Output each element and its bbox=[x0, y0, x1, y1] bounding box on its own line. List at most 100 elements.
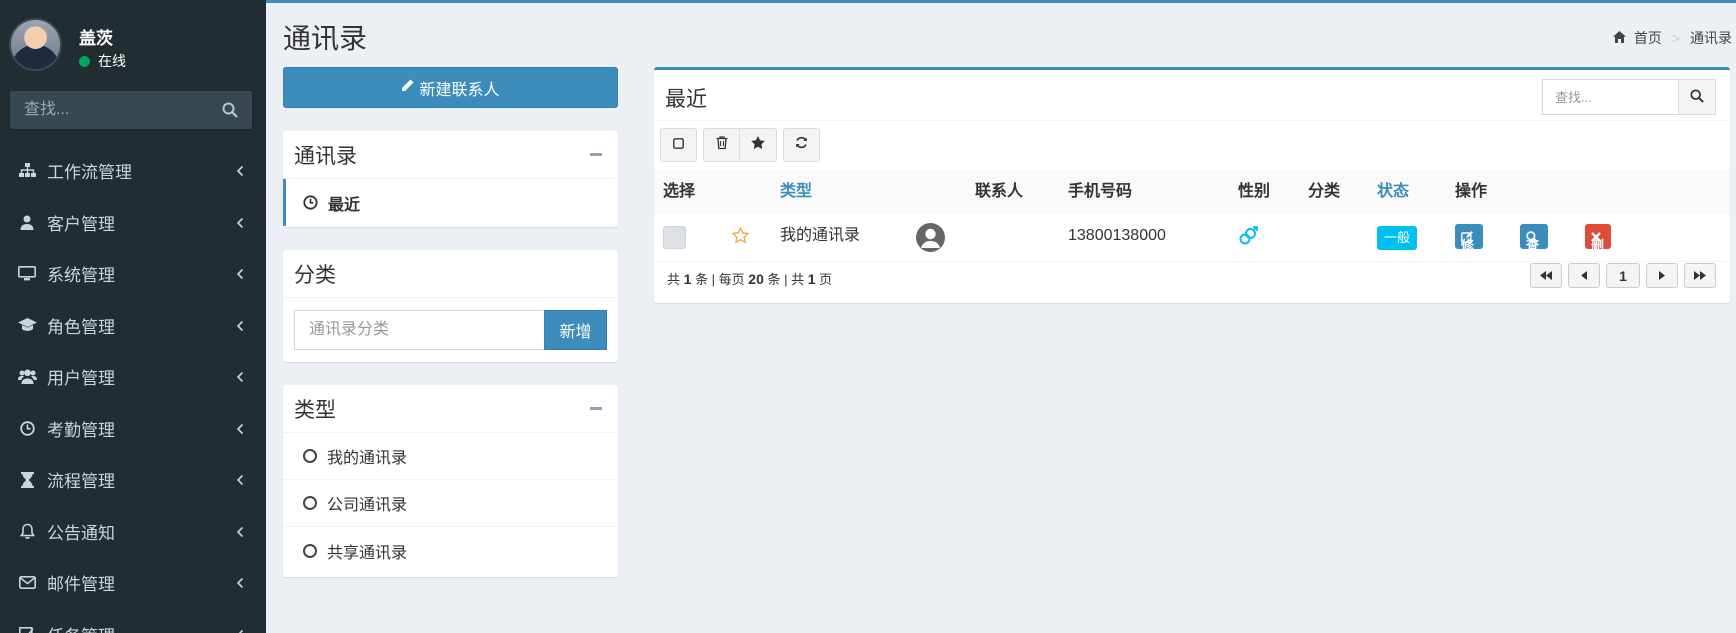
column-header-status[interactable]: 状态 bbox=[1377, 170, 1409, 214]
circle-icon bbox=[303, 449, 317, 463]
row-checkbox[interactable] bbox=[663, 226, 686, 249]
envelope-icon bbox=[17, 573, 37, 593]
breadcrumb-home[interactable]: 首页 bbox=[1634, 28, 1662, 48]
category-box-title: 分类 bbox=[294, 263, 336, 287]
sidebar-item-attendance[interactable]: 考勤管理 bbox=[0, 403, 266, 455]
trash-icon bbox=[716, 136, 728, 154]
sidebar-search-input[interactable] bbox=[10, 91, 210, 129]
user-icon bbox=[17, 212, 37, 232]
sidebar-item-process[interactable]: 流程管理 bbox=[0, 454, 266, 506]
refresh-button[interactable] bbox=[783, 128, 820, 162]
caret-left-icon bbox=[1581, 271, 1587, 280]
page-count: 1 bbox=[807, 271, 816, 287]
type-item-shared[interactable]: 共享通讯录 bbox=[283, 527, 618, 574]
status-badge: 一般 bbox=[1377, 226, 1418, 250]
panel-search-input[interactable] bbox=[1542, 79, 1679, 115]
sidebar-item-roles[interactable]: 角色管理 bbox=[0, 300, 266, 352]
pagination-summary: 共 1 条 | 每页 20 条 | 共 1 页 bbox=[667, 269, 832, 288]
user-panel: 盖茨 在线 bbox=[9, 18, 259, 74]
sidebar-item-label: 任务管理 bbox=[47, 622, 115, 633]
gender-icon bbox=[1238, 226, 1258, 251]
chevron-left-icon bbox=[236, 420, 244, 440]
star-outline-icon[interactable] bbox=[731, 226, 750, 248]
last-page-button[interactable] bbox=[1684, 263, 1716, 288]
column-header-type[interactable]: 类型 bbox=[780, 170, 812, 214]
category-input[interactable] bbox=[294, 310, 544, 350]
avatar[interactable] bbox=[9, 18, 62, 71]
bell-icon bbox=[17, 521, 37, 541]
fast-forward-icon bbox=[1694, 271, 1706, 280]
delete-button[interactable]: 删除 bbox=[1585, 224, 1611, 297]
breadcrumb-current: 通讯录 bbox=[1690, 30, 1732, 46]
collapse-icon[interactable] bbox=[590, 407, 602, 410]
chevron-left-icon bbox=[236, 265, 244, 285]
chevron-left-icon bbox=[236, 162, 244, 182]
contacts-box-header: 通讯录 bbox=[283, 131, 618, 179]
sidebar-item-label: 角色管理 bbox=[47, 317, 115, 337]
sidebar-item-label: 客户管理 bbox=[47, 214, 115, 234]
collapse-icon[interactable] bbox=[590, 153, 602, 156]
type-box-title: 类型 bbox=[294, 398, 336, 422]
sidebar-item-mail[interactable]: 邮件管理 bbox=[0, 557, 266, 609]
panel-title: 最近 bbox=[665, 88, 707, 111]
select-all-button[interactable] bbox=[660, 128, 697, 162]
contacts-item-recent[interactable]: 最近 bbox=[283, 179, 618, 226]
type-item-mine[interactable]: 我的通讯录 bbox=[283, 433, 618, 480]
type-box-header: 类型 bbox=[283, 385, 618, 433]
table-row[interactable]: 我的通讯录 13800138000 一般 修改 查看 删除 bbox=[654, 214, 1730, 297]
pagination: 1 bbox=[1524, 263, 1716, 288]
next-page-button[interactable] bbox=[1646, 263, 1678, 288]
contacts-item-label: 最近 bbox=[328, 196, 361, 214]
prev-page-button[interactable] bbox=[1568, 263, 1600, 288]
type-item-label: 公司通讯录 bbox=[327, 497, 408, 514]
category-box: 分类 新增 bbox=[283, 250, 618, 362]
sidebar-item-notices[interactable]: 公告通知 bbox=[0, 506, 266, 558]
breadcrumb: 首页 > 通讯录 bbox=[1612, 28, 1732, 48]
user-status: 在线 bbox=[79, 51, 126, 71]
type-box: 类型 我的通讯录 公司通讯录 共享通讯录 bbox=[283, 385, 618, 577]
sidebar-item-tasks[interactable]: 任务管理 bbox=[0, 609, 266, 633]
caret-right-icon bbox=[1659, 271, 1665, 280]
sidebar-menu: 工作流管理 客户管理 系统管理 角色管理 用户管理 考勤管理 流程管理 公告通知… bbox=[0, 145, 266, 633]
home-icon bbox=[1612, 30, 1626, 46]
recent-contacts-panel: 最近 选择 类型 联系人 手机号码 性别 分类 状态 操作 bbox=[654, 67, 1730, 303]
add-category-button[interactable]: 新增 bbox=[544, 310, 607, 350]
first-page-button[interactable] bbox=[1530, 263, 1562, 288]
per-page-count: 20 bbox=[748, 271, 764, 287]
sidebar-item-label: 邮件管理 bbox=[47, 575, 115, 595]
breadcrumb-separator: > bbox=[1671, 30, 1680, 46]
search-icon[interactable] bbox=[222, 102, 238, 123]
category-box-header: 分类 bbox=[283, 250, 618, 298]
page-number-button[interactable]: 1 bbox=[1606, 263, 1640, 288]
delete-selected-button[interactable] bbox=[703, 128, 740, 162]
user-name: 盖茨 bbox=[79, 29, 113, 48]
contact-avatar-icon bbox=[916, 223, 945, 252]
type-item-label: 共享通讯录 bbox=[327, 544, 408, 562]
view-button[interactable]: 查看 bbox=[1520, 224, 1548, 297]
summary-text: 条 | 每页 bbox=[695, 272, 745, 287]
table-toolbar bbox=[660, 128, 820, 162]
panel-search bbox=[1542, 79, 1716, 115]
panel-divider bbox=[654, 120, 1730, 121]
chevron-left-icon bbox=[236, 214, 244, 234]
chevron-left-icon bbox=[236, 574, 244, 594]
sidebar-item-customers[interactable]: 客户管理 bbox=[0, 197, 266, 249]
panel-search-button[interactable] bbox=[1679, 79, 1716, 115]
sidebar-item-workflow[interactable]: 工作流管理 bbox=[0, 145, 266, 197]
chevron-left-icon bbox=[236, 523, 244, 543]
sidebar-item-label: 流程管理 bbox=[47, 472, 115, 492]
sidebar-item-users[interactable]: 用户管理 bbox=[0, 351, 266, 403]
summary-text: 条 | 共 bbox=[767, 272, 805, 287]
column-header-select: 选择 bbox=[663, 183, 696, 200]
clock-icon bbox=[303, 195, 318, 210]
type-item-company[interactable]: 公司通讯录 bbox=[283, 480, 618, 527]
contacts-box: 通讯录 最近 bbox=[283, 131, 618, 227]
new-contact-button[interactable]: 新建联系人 bbox=[283, 67, 618, 108]
sidebar-item-label: 考勤管理 bbox=[47, 420, 115, 440]
chevron-left-icon bbox=[236, 368, 244, 388]
clock-icon bbox=[17, 418, 37, 438]
star-selected-button[interactable] bbox=[740, 128, 777, 162]
sidebar-item-system[interactable]: 系统管理 bbox=[0, 248, 266, 300]
edit-button[interactable]: 修改 bbox=[1455, 224, 1483, 297]
column-header-gender: 性别 bbox=[1238, 183, 1271, 200]
